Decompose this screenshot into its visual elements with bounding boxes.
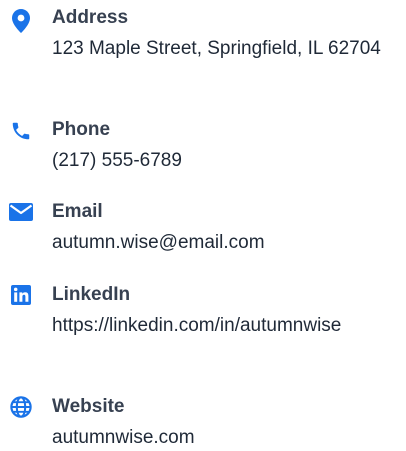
address-value[interactable]: 123 Maple Street, Springfield, IL 62704 — [52, 34, 392, 63]
address-text: Address 123 Maple Street, Springfield, I… — [52, 6, 392, 63]
globe-icon — [9, 395, 33, 419]
website-value[interactable]: autumnwise.com — [52, 423, 392, 451]
phone-text: Phone (217) 555-6789 — [52, 118, 392, 175]
linkedin-label: LinkedIn — [52, 284, 131, 305]
phone-icon — [9, 119, 33, 143]
linkedin-icon — [9, 283, 33, 307]
phone-label: Phone — [52, 119, 111, 140]
linkedin-text: LinkedIn https://linkedin.com/in/autumnw… — [52, 283, 392, 340]
contact-list: Address 123 Maple Street, Springfield, I… — [0, 0, 406, 451]
address-label: Address — [52, 7, 129, 28]
phone-value[interactable]: (217) 555-6789 — [52, 146, 392, 175]
email-label: Email — [52, 201, 103, 222]
map-pin-icon — [9, 9, 33, 33]
linkedin-value[interactable]: https://linkedin.com/in/autumnwise — [52, 311, 392, 340]
email-value[interactable]: autumn.wise@email.com — [52, 228, 392, 257]
email-text: Email autumn.wise@email.com — [52, 200, 392, 257]
website-label: Website — [52, 396, 125, 417]
envelope-icon — [9, 200, 33, 224]
website-text: Website autumnwise.com — [52, 395, 392, 451]
